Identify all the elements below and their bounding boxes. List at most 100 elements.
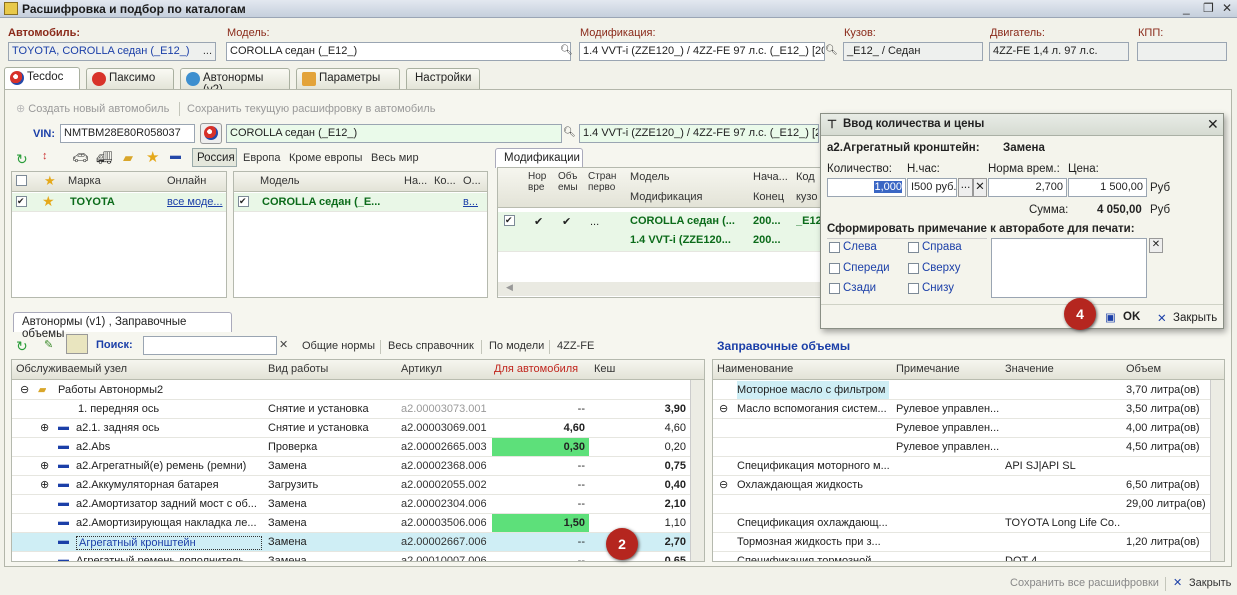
- vin-model-field[interactable]: COROLLA седан (_E12_): [226, 124, 562, 143]
- table-row[interactable]: 29,00 литра(ов): [713, 495, 1210, 514]
- table-row[interactable]: ▬ Агрегатный кронштейн Замена a2.00002667.0…: [12, 533, 690, 552]
- expand-icon[interactable]: ⊕: [40, 478, 49, 491]
- model-link[interactable]: в...: [463, 196, 483, 208]
- col-article[interactable]: Артикул: [401, 363, 442, 375]
- by-model-link[interactable]: По модели: [489, 340, 544, 352]
- check-left[interactable]: [829, 242, 840, 253]
- create-car-button[interactable]: ⊕ Создать новый автомобиль: [16, 102, 169, 115]
- region-russia-button[interactable]: Россия: [192, 148, 237, 167]
- kpp-field[interactable]: [1137, 42, 1227, 61]
- vin-input[interactable]: NMTBM28E80R058037: [60, 124, 195, 143]
- table-row[interactable]: Спецификация охлаждающ... TOYOTA Long Lif…: [713, 514, 1210, 533]
- fluids-vscroll[interactable]: [1210, 380, 1224, 561]
- autonorms-vscroll[interactable]: [690, 380, 704, 561]
- sort-icon[interactable]: ↕: [42, 150, 48, 162]
- table-row[interactable]: ▬ a2.Амортизатор задний мост с об... Замен…: [12, 495, 690, 514]
- col-ko[interactable]: Ко...: [434, 175, 456, 187]
- col-for-car[interactable]: Для автомобиля: [494, 363, 578, 375]
- table-row[interactable]: ▬ a2.Abs Проверка a2.00002665.003 0,30 0,20: [12, 438, 690, 457]
- vin-decode-button[interactable]: [200, 123, 222, 144]
- search-input[interactable]: [143, 336, 277, 355]
- col-volumes[interactable]: Объ емы: [558, 171, 582, 193]
- model-row[interactable]: ✔ COROLLA седан (_E... в...: [234, 193, 487, 212]
- brand-row[interactable]: ✔ ★ TOYOTA все моде...: [12, 193, 226, 212]
- table-row[interactable]: Моторное масло с фильтром 3,70 литра(ов): [713, 381, 1210, 400]
- expand-icon[interactable]: ⊕: [40, 421, 49, 434]
- list-mode-button[interactable]: [66, 334, 88, 354]
- note-textarea[interactable]: [991, 238, 1147, 298]
- engine-field[interactable]: 4ZZ-FE 1,4 л. 97 л.с.: [989, 42, 1129, 61]
- collapse-icon[interactable]: ⊖: [719, 478, 728, 491]
- restore-icon[interactable]: ❐: [1203, 1, 1214, 15]
- col-code[interactable]: Код: [796, 171, 815, 183]
- col-o[interactable]: О...: [463, 175, 481, 187]
- region-europe-button[interactable]: Европа: [243, 152, 281, 164]
- folder-icon[interactable]: ▰: [123, 150, 133, 166]
- refresh-icon[interactable]: ↻: [16, 338, 28, 355]
- col-cash[interactable]: Кеш: [594, 363, 615, 375]
- table-row[interactable]: Тормозная жидкость при з... 1,20 литра(ов…: [713, 533, 1210, 552]
- tab-autonorms-v2[interactable]: Автонормы (v2): [180, 68, 290, 96]
- whole-directory-link[interactable]: Весь справочник: [388, 340, 474, 352]
- mod-search-icon[interactable]: 🔍︎: [825, 42, 838, 59]
- col-brand[interactable]: Марка: [68, 175, 101, 187]
- col-note[interactable]: Примечание: [896, 363, 960, 375]
- norm-input[interactable]: 2,700: [988, 178, 1067, 197]
- car-icon[interactable]: 🚗︎: [72, 150, 89, 166]
- table-row[interactable]: 1. передняя ось Снятие и установка a2.0000…: [12, 400, 690, 419]
- model-checkbox[interactable]: ✔: [238, 196, 249, 207]
- star-icon[interactable]: ★: [146, 148, 159, 166]
- col-work[interactable]: Вид работы: [268, 363, 328, 375]
- col-country[interactable]: Стран перво: [588, 171, 622, 193]
- tree-group-row[interactable]: ⊖ ▰ Работы Автонормы2: [12, 381, 690, 400]
- tab-settings[interactable]: Настройки: [406, 68, 480, 89]
- mod-row[interactable]: ✔ ✔ ✔ ... COROLLA седан (... 1.4 VVT-i (…: [498, 212, 823, 252]
- brand-online-link[interactable]: все моде...: [167, 196, 225, 208]
- check-back[interactable]: [829, 283, 840, 294]
- brand-checkbox[interactable]: ✔: [16, 196, 27, 207]
- qty-input[interactable]: 1,000: [827, 178, 906, 197]
- tab-modifications[interactable]: Модификации: [495, 148, 583, 168]
- clear-search-icon[interactable]: ✕: [279, 338, 288, 351]
- col-volume[interactable]: Объем: [1126, 363, 1161, 375]
- nh-clear-icon[interactable]: ✕: [973, 178, 987, 197]
- footer-close-button[interactable]: Закрыть: [1189, 577, 1231, 589]
- col-name[interactable]: Наименование: [717, 363, 793, 375]
- check-top[interactable]: [908, 263, 919, 274]
- nh-input[interactable]: I500 руб.: [907, 178, 957, 197]
- col-start[interactable]: Нача...: [753, 171, 788, 183]
- favorite-star-icon[interactable]: ★: [42, 193, 55, 210]
- engine-filter-link[interactable]: 4ZZ-FE: [557, 340, 594, 352]
- mods-hscroll[interactable]: ◀: [498, 282, 821, 296]
- flag-icon[interactable]: ▬: [170, 150, 181, 162]
- collapse-icon[interactable]: ⊖: [719, 402, 728, 415]
- body-field[interactable]: _E12_ / Седан: [843, 42, 983, 61]
- collapse-icon[interactable]: ⊖: [20, 383, 29, 396]
- col-body[interactable]: кузо: [796, 191, 817, 203]
- table-row[interactable]: Спецификация моторного м... API SJ|API SL: [713, 457, 1210, 476]
- col-value[interactable]: Значение: [1005, 363, 1054, 375]
- region-world-button[interactable]: Весь мир: [371, 152, 419, 164]
- tab-tecdoc[interactable]: Tecdoc: [4, 67, 80, 90]
- col-model[interactable]: Модель: [260, 175, 299, 187]
- col-unit[interactable]: Обслуживаемый узел: [16, 363, 127, 375]
- vin-mod-field[interactable]: 1.4 VVT-i (ZZE120_) / 4ZZ-FE 97 л.с. (_E…: [579, 124, 819, 143]
- general-norms-link[interactable]: Общие нормы: [302, 340, 375, 352]
- table-row[interactable]: ⊕ ▬ a2.1. задняя ось Снятие и установка a2.0…: [12, 419, 690, 438]
- tab-autonorms-v1[interactable]: Автонормы (v1) , Заправочные объемы: [13, 312, 232, 340]
- save-all-button[interactable]: Сохранить все расшифровки: [1010, 577, 1159, 589]
- table-row[interactable]: ⊕ ▬ a2.Агрегатный(е) ремень (ремни) Замена a…: [12, 457, 690, 476]
- price-input[interactable]: 1 500,00: [1068, 178, 1147, 197]
- col-end[interactable]: Конец: [753, 191, 784, 203]
- note-clear-icon[interactable]: ✕: [1149, 238, 1163, 253]
- region-non-europe-button[interactable]: Кроме европы: [289, 152, 362, 164]
- save-to-car-button[interactable]: Сохранить текущую расшифровку в автомоби…: [187, 103, 435, 115]
- table-row[interactable]: Рулевое управлен... 4,00 литра(ов): [713, 419, 1210, 438]
- mod-checkbox[interactable]: ✔: [504, 215, 515, 226]
- table-row[interactable]: ⊕ ▬ a2.Аккумуляторная батарея Загрузить a2.0…: [12, 476, 690, 495]
- car-field[interactable]: TOYOTA, COROLLA седан (_E12_)...: [8, 42, 216, 61]
- dialog-close-icon[interactable]: ✕: [1207, 116, 1219, 133]
- truck-icon[interactable]: 🚚︎: [96, 150, 113, 166]
- table-row[interactable]: Рулевое управлен... 4,50 литра(ов): [713, 438, 1210, 457]
- refresh-icon[interactable]: ↻: [16, 151, 28, 168]
